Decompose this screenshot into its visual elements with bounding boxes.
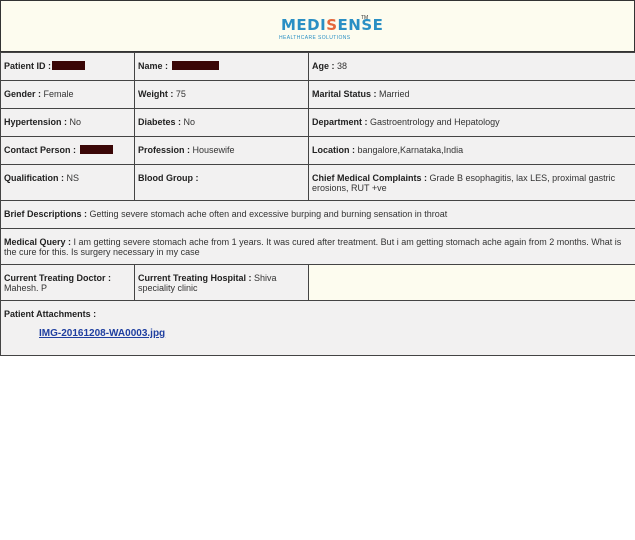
treating-hospital-cell: Current Treating Hospital : Shiva specia… (134, 264, 309, 301)
table-row: Qualification : NS Blood Group : Chief M… (0, 164, 635, 201)
redacted-block (79, 145, 113, 154)
hypertension-cell: Hypertension : No (0, 108, 135, 137)
weight-cell: Weight : 75 (134, 80, 309, 109)
patient-id-cell: Patient ID : (0, 52, 135, 81)
brief-description-cell: Brief Descriptions : Getting severe stom… (0, 200, 635, 229)
medisense-logo: MEDISENSE TM HEALTHCARE SOLUTIONS (273, 9, 383, 45)
chief-complaints-cell: Chief Medical Complaints : Grade B esoph… (308, 164, 635, 201)
table-row: Current Treating Doctor : Mahesh. P Curr… (0, 264, 635, 301)
medical-query-cell: Medical Query : I am getting severe stom… (0, 228, 635, 265)
attachments-label: Patient Attachments : (4, 309, 97, 319)
logo-tagline: HEALTHCARE SOLUTIONS (279, 35, 351, 41)
age-cell: Age : 38 (308, 52, 635, 81)
marital-status-cell: Marital Status : Married (308, 80, 635, 109)
profession-cell: Profession : Housewife (134, 136, 309, 165)
patient-details-table: Patient ID : Name : Age : 38 Gender : Fe… (0, 52, 635, 356)
diabetes-cell: Diabetes : No (134, 108, 309, 137)
table-row: Brief Descriptions : Getting severe stom… (0, 200, 635, 229)
table-row: Medical Query : I am getting severe stom… (0, 228, 635, 265)
contact-person-cell: Contact Person : (0, 136, 135, 165)
table-row: Gender : Female Weight : 75 Marital Stat… (0, 80, 635, 109)
empty-cell (308, 264, 635, 301)
qualification-cell: Qualification : NS (0, 164, 135, 201)
name-cell: Name : (134, 52, 309, 81)
trademark-mark: TM (361, 15, 369, 21)
blood-group-cell: Blood Group : (134, 164, 309, 201)
table-row: Contact Person : Profession : Housewife … (0, 136, 635, 165)
attachment-link[interactable]: IMG-20161208-WA0003.jpg (39, 328, 165, 339)
gender-cell: Gender : Female (0, 80, 135, 109)
department-cell: Department : Gastroentrology and Hepatol… (308, 108, 635, 137)
redacted-block (171, 61, 219, 70)
table-row: Hypertension : No Diabetes : No Departme… (0, 108, 635, 137)
treating-doctor-cell: Current Treating Doctor : Mahesh. P (0, 264, 135, 301)
table-row: Patient Attachments : IMG-20161208-WA000… (0, 300, 635, 356)
attachments-cell: Patient Attachments : IMG-20161208-WA000… (0, 300, 635, 356)
redacted-block (52, 61, 86, 70)
table-row: Patient ID : Name : Age : 38 (0, 52, 635, 81)
logo-header: MEDISENSE TM HEALTHCARE SOLUTIONS (0, 0, 635, 52)
patient-record: MEDISENSE TM HEALTHCARE SOLUTIONS Patien… (0, 0, 635, 356)
location-cell: Location : bangalore,Karnataka,India (308, 136, 635, 165)
